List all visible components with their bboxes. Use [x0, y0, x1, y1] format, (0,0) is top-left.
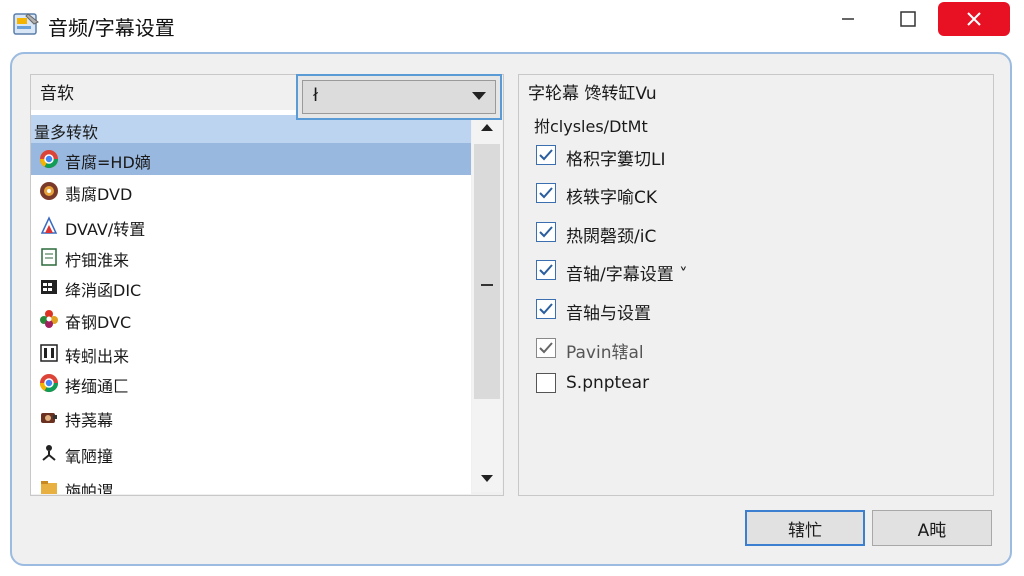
checkbox[interactable]	[536, 338, 556, 358]
list-item-label: 翡腐DVD	[65, 185, 133, 204]
maximize-icon	[900, 11, 916, 27]
list-item[interactable]: 柠钿淮来	[31, 241, 471, 273]
disc-icon	[40, 182, 58, 200]
settings-app-icon	[13, 13, 39, 35]
list-item[interactable]: 翡腐DVD	[31, 175, 471, 207]
dvd-icon	[40, 216, 58, 234]
dropdown-value: ł	[313, 85, 319, 106]
option-label: 核轶字喻CK	[566, 188, 658, 208]
chevron-down-icon	[472, 92, 486, 100]
scroll-up-icon[interactable]	[480, 122, 494, 132]
list-item-label: 柠钿淮来	[65, 251, 130, 270]
checkmark-icon	[539, 264, 553, 276]
option-label: 音轴/字幕设置 ˅	[566, 265, 688, 285]
list-item[interactable]: 氧陋撞	[31, 437, 471, 469]
checkmark-icon	[539, 226, 553, 238]
list-item-label: 持荛幕	[65, 411, 114, 430]
close-icon	[967, 12, 981, 26]
list-scrollbar[interactable]	[472, 112, 502, 492]
checkbox[interactable]	[536, 222, 556, 242]
subtitle-panel-subtitle: 拊clysles/DtMt	[534, 117, 648, 136]
list-header-label: 量多转软	[34, 123, 99, 142]
list-item[interactable]: 持荛幕	[31, 401, 471, 433]
checkmark-icon	[539, 187, 553, 199]
list-item[interactable]: 音腐=HD嫡	[31, 143, 471, 175]
audio-label: 音软	[40, 84, 74, 104]
list-item[interactable]: DVAV/转置	[31, 210, 471, 242]
person-icon	[42, 445, 56, 461]
camera-icon	[41, 413, 57, 423]
minimize-icon	[842, 18, 854, 20]
audio-track-dropdown[interactable]: ł	[296, 74, 502, 120]
grid-icon	[41, 280, 57, 294]
subtitle-panel-title: 字轮幕 馋转缸Vu	[528, 84, 657, 104]
scroll-thumb[interactable]	[474, 144, 500, 399]
list-item-label: 拷缅通匚	[65, 377, 130, 396]
checkmark-icon	[539, 342, 553, 354]
list-item[interactable]: 绛消函DIC	[31, 271, 471, 303]
checkmark-icon	[539, 149, 553, 161]
close-button[interactable]	[938, 2, 1010, 36]
checkbox[interactable]	[536, 145, 556, 165]
title-bar: 音频/字幕设置	[0, 0, 1024, 50]
list-item-label: DVAV/转置	[65, 220, 146, 239]
chrome-icon	[40, 374, 58, 393]
scroll-grip	[481, 284, 493, 286]
maximize-button[interactable]	[878, 0, 938, 38]
option-label: 热閖磬颈/iC	[566, 227, 657, 247]
list-item[interactable]: 拷缅通匚	[31, 367, 471, 399]
checkbox[interactable]	[536, 373, 556, 393]
cancel-button[interactable]: A旽	[872, 510, 992, 546]
subtitle-panel	[518, 74, 994, 496]
track-list[interactable]: 量多转软 音腐=HD嫡 翡腐DVD DVAV/转置 柠钿淮来 绛消函DIC 奋钢…	[31, 110, 471, 494]
option-label: Pavin辖al	[566, 343, 644, 363]
list-item-label: 奋钢DVC	[65, 313, 132, 332]
checkmark-icon	[539, 303, 553, 315]
list-item-label: 音腐=HD嫡	[65, 153, 151, 172]
folder-icon	[41, 481, 57, 494]
dropdown-field: ł	[302, 80, 496, 114]
checkbox[interactable]	[536, 260, 556, 280]
checkbox[interactable]	[536, 299, 556, 319]
scroll-down-icon[interactable]	[480, 474, 494, 484]
option-label: 格积字簍切LI	[566, 150, 666, 170]
list-item-label: 氧陋撞	[65, 447, 114, 466]
film-icon	[40, 344, 58, 362]
list-item[interactable]: 旃帕谓…	[31, 472, 471, 494]
chrome-icon	[40, 150, 58, 169]
window-title: 音频/字幕设置	[48, 16, 175, 40]
doc-icon	[41, 248, 57, 266]
checkbox[interactable]	[536, 183, 556, 203]
list-item-label: 绛消函DIC	[65, 281, 142, 300]
list-item-label: 旃帕谓…	[65, 482, 130, 494]
option-label: 音轴与设置	[566, 304, 651, 324]
minimize-button[interactable]	[818, 0, 878, 38]
ok-button[interactable]: 辖忙	[745, 510, 865, 546]
list-item[interactable]: 奋钢DVC	[31, 303, 471, 335]
flower-icon	[40, 310, 58, 328]
list-item[interactable]: 转蚓出来	[31, 337, 471, 369]
list-item-label: 转蚓出来	[65, 347, 130, 366]
option-label: S.pnptear	[566, 373, 650, 393]
